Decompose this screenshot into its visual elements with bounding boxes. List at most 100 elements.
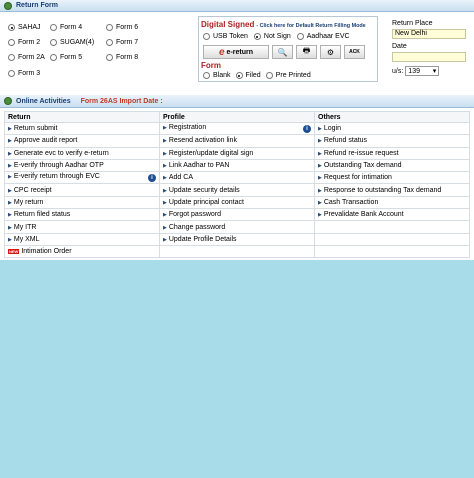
activities-table: Return Profile Others ▶ Return submit ▶ Reg… — [4, 111, 470, 259]
activity-link-label: E-verify return through EVC — [13, 173, 100, 181]
activity-link[interactable]: ▶ Registration — [163, 124, 206, 131]
activity-link[interactable]: ▶ Prevalidate Bank Account — [318, 211, 404, 218]
activity-link[interactable]: ▶ Cash Transaction — [318, 199, 378, 206]
radio-icon[interactable] — [203, 33, 210, 40]
radio-icon[interactable] — [106, 54, 113, 61]
activity-link[interactable]: NEW Intimation Order — [8, 248, 72, 255]
activity-link-label: Update security details — [168, 186, 240, 194]
activity-link[interactable]: ▶ Forgot password — [163, 211, 221, 218]
radio-icon[interactable] — [253, 33, 261, 40]
radio-form6[interactable]: Form 6 — [106, 24, 138, 31]
radio-icon[interactable] — [8, 70, 15, 77]
activity-link-label: Update principal contact — [168, 198, 244, 206]
radio-sahaj[interactable]: SAHAJ — [8, 24, 41, 31]
activity-link[interactable]: ▶ Refund re-issue request — [318, 150, 399, 157]
activity-link[interactable]: ▶ Return submit — [8, 125, 57, 132]
e-return-icon: e — [218, 46, 225, 58]
radio-icon[interactable] — [8, 24, 15, 31]
table-cell: ▶ Change password — [159, 220, 315, 234]
radio-icon[interactable] — [235, 72, 243, 79]
activity-link[interactable]: ▶ Approve audit report — [8, 137, 77, 144]
info-icon[interactable]: i — [148, 174, 156, 183]
activity-link[interactable]: ▶ My ITR — [8, 224, 36, 231]
radio-aadhaar-evc[interactable]: Aadhaar EVC — [296, 33, 350, 40]
settings-button[interactable]: ⚙ — [320, 45, 341, 59]
activity-link-label: Update Profile Details — [168, 235, 237, 243]
activity-link[interactable]: ▶ Generate evc to verify e-return — [8, 150, 109, 157]
table-row: ▶ My ITR ▶ Change password — [4, 220, 470, 234]
search-icon: 🔍 — [277, 47, 288, 57]
table-cell: ▶ Return submit — [4, 121, 160, 136]
activity-link-label: Registration — [168, 124, 207, 132]
activity-link[interactable]: ▶ Add CA — [163, 174, 193, 181]
radio-form3[interactable]: Form 3 — [8, 70, 40, 77]
activity-link[interactable]: ▶ Refund status — [318, 137, 367, 144]
radio-icon[interactable] — [203, 72, 210, 79]
arrow-icon: ▶ — [318, 163, 322, 170]
form-type-group: SAHAJ Form 4 Form 6 Form 2 SUGAM(4) Form… — [8, 24, 198, 88]
radio-form5[interactable]: Form 5 — [50, 54, 82, 61]
activity-link[interactable]: ▶ Return filed status — [8, 211, 70, 218]
radio-icon[interactable] — [8, 39, 15, 46]
activity-link[interactable]: ▶ Update principal contact — [163, 199, 244, 206]
radio-icon[interactable] — [8, 54, 15, 61]
activity-link[interactable]: ▶ Link Aadhar to PAN — [163, 162, 229, 169]
gear-icon: ⚙ — [326, 47, 335, 57]
search-button[interactable]: 🔍 — [272, 45, 293, 59]
globe-icon — [4, 1, 12, 10]
radio-icon[interactable] — [296, 33, 304, 40]
radio-form8[interactable]: Form 8 — [106, 54, 138, 61]
activity-link[interactable]: ▶ Response to outstanding Tax demand — [318, 187, 441, 194]
activity-link-label: Link Aadhar to PAN — [168, 162, 230, 170]
radio-icon[interactable] — [50, 39, 57, 46]
return-form-panel: Return Form SAHAJ Form 4 Form 6 Form 2 S… — [0, 0, 474, 95]
activity-link[interactable]: ▶ My XML — [8, 236, 40, 243]
activity-link[interactable]: ▶ CPC receipt — [8, 187, 52, 194]
activity-link[interactable]: ▶ E-verify return through EVC — [8, 173, 100, 180]
radio-sugam4[interactable]: SUGAM(4) — [50, 39, 94, 46]
ack-button[interactable]: ACK — [344, 45, 365, 59]
activity-link[interactable]: ▶ Update security details — [163, 187, 240, 194]
us-select[interactable]: 139 ▾ — [405, 66, 440, 76]
activity-link[interactable]: ▶ Update Profile Details — [163, 236, 237, 243]
e-return-button[interactable]: e e-return — [203, 45, 269, 59]
arrow-icon: ▶ — [318, 126, 322, 133]
return-place-input[interactable]: New Delhi — [392, 29, 466, 39]
table-cell: ▶ Register/update digital sign — [159, 146, 315, 160]
arrow-icon: ▶ — [163, 175, 167, 182]
radio-blank[interactable]: Blank — [203, 72, 231, 79]
arrow-icon: ▶ — [163, 236, 167, 243]
default-mode-link[interactable]: - Click here for Default Return Filling … — [256, 23, 365, 29]
activity-link[interactable]: ▶ Request for intimation — [318, 174, 392, 181]
table-cell — [314, 232, 470, 246]
activity-link[interactable]: ▶ Outstanding Tax demand — [318, 162, 402, 169]
activity-link[interactable]: ▶ Register/update digital sign — [163, 150, 253, 157]
radio-icon[interactable] — [106, 24, 113, 31]
activity-link[interactable]: ▶ E-verify through Aadhar OTP — [8, 162, 104, 169]
arrow-icon: ▶ — [163, 212, 167, 219]
radio-usb-token[interactable]: USB Token — [203, 33, 248, 40]
radio-form2a[interactable]: Form 2A — [8, 54, 45, 61]
date-input[interactable] — [392, 52, 466, 62]
form26as-import-date: Form 26AS Import Date : — [80, 97, 163, 105]
radio-pre-printed[interactable]: Pre Printed — [265, 72, 311, 79]
arrow-icon: ▶ — [163, 187, 167, 194]
digital-signed-box: Digital Signed - Click here for Default R… — [198, 16, 378, 82]
radio-icon[interactable] — [265, 72, 273, 79]
radio-icon[interactable] — [50, 54, 57, 61]
print-button[interactable]: 🖶 — [296, 45, 317, 59]
radio-icon[interactable] — [106, 39, 113, 46]
radio-form7[interactable]: Form 7 — [106, 39, 138, 46]
radio-filed[interactable]: Filed — [235, 72, 261, 79]
table-cell: NEW Intimation Order — [4, 244, 160, 259]
radio-form4[interactable]: Form 4 — [50, 24, 82, 31]
radio-not-sign[interactable]: Not Sign — [253, 33, 291, 40]
activity-link[interactable]: ▶ Resend activation link — [163, 137, 237, 144]
activity-link[interactable]: ▶ Login — [318, 125, 341, 132]
form-mode-group: Blank Filed Pre Printed — [203, 72, 311, 79]
radio-form2[interactable]: Form 2 — [8, 39, 40, 46]
info-icon[interactable]: i — [303, 125, 311, 134]
activity-link[interactable]: ▶ My return — [8, 199, 43, 206]
radio-icon[interactable] — [50, 24, 57, 31]
activity-link[interactable]: ▶ Change password — [163, 224, 225, 231]
